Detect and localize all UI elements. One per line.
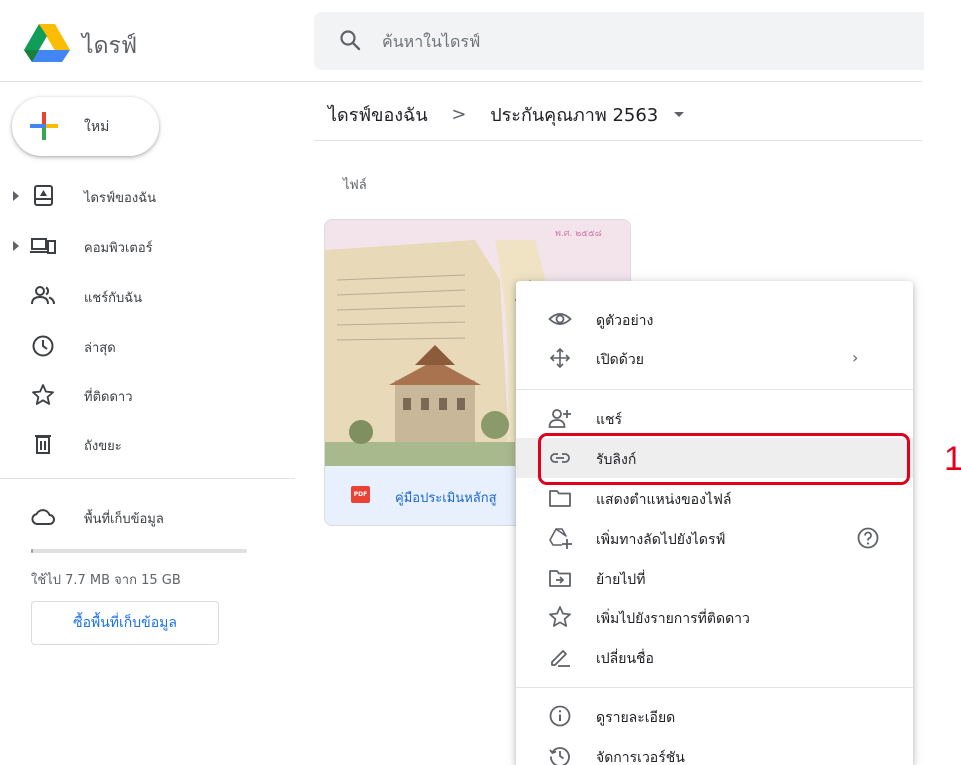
sidebar-item-label: แชร์กับฉัน — [84, 291, 143, 306]
menu-item-label: เพิ่มไปยังรายการที่ติดดาว — [596, 611, 750, 627]
sidebar-item-my-drive[interactable]: ไดรฟ์ของฉัน — [0, 176, 300, 216]
star-icon — [549, 606, 571, 627]
menu-item-label: แชร์ — [596, 412, 623, 428]
menu-item-label: จัดการเวอร์ชัน — [596, 750, 685, 765]
storage-usage-bar — [31, 549, 247, 553]
expand-arrow-icon[interactable] — [13, 241, 19, 251]
sidebar-item-label: ล่าสุด — [84, 341, 116, 356]
menu-item-share[interactable]: แชร์ — [516, 398, 913, 438]
add-shortcut-icon — [549, 528, 572, 549]
sidebar-item-storage[interactable]: พื้นที่เก็บข้อมูล — [0, 497, 300, 537]
new-button-label: ใหม่ — [84, 119, 110, 135]
sidebar-item-starred[interactable]: ที่ติดดาว — [0, 375, 300, 415]
plus-icon — [30, 112, 58, 140]
menu-item-label: ดูรายละเอียด — [596, 710, 676, 726]
breadcrumb-root[interactable]: ไดรฟ์ของฉัน — [328, 100, 428, 129]
storage-usage-text: ใช้ไป 7.7 MB จาก 15 GB — [31, 573, 181, 588]
breadcrumb-separator: > — [451, 104, 467, 125]
google-drive-logo-icon[interactable] — [24, 24, 70, 62]
sidebar-item-recent[interactable]: ล่าสุด — [0, 326, 300, 366]
star-icon — [32, 384, 54, 405]
menu-item-add-shortcut[interactable]: เพิ่มทางลัดไปยังไดรฟ์ — [516, 518, 913, 558]
sidebar-item-computers[interactable]: คอมพิวเตอร์ — [0, 226, 300, 266]
menu-item-view-details[interactable]: ดูรายละเอียด — [516, 696, 913, 736]
menu-item-preview[interactable]: ดูตัวอย่าง — [516, 299, 913, 339]
menu-divider — [516, 389, 913, 390]
cloud-icon — [31, 509, 55, 525]
chevron-right-icon: › — [852, 348, 859, 367]
files-section-label: ไฟล์ — [343, 178, 367, 193]
sidebar-item-label: ไดรฟ์ของฉัน — [84, 191, 156, 206]
clock-icon — [32, 335, 54, 357]
top-bar: ไดรฟ์ — [0, 0, 924, 82]
pdf-file-icon: PDF — [351, 486, 370, 503]
menu-item-get-link[interactable]: รับลิงก์ — [516, 438, 913, 478]
main-divider — [314, 140, 922, 141]
eye-icon — [548, 313, 572, 325]
folder-icon — [549, 490, 571, 507]
breadcrumb: ไดรฟ์ของฉัน > ประกันคุณภาพ 2563 — [328, 100, 684, 126]
new-button[interactable]: ใหม่ — [12, 97, 159, 156]
sidebar-item-trash[interactable]: ถังขยะ — [0, 424, 300, 464]
sidebar-item-label: พื้นที่เก็บข้อมูล — [84, 512, 164, 527]
sidebar-divider — [0, 478, 295, 479]
shared-people-icon — [31, 286, 55, 305]
menu-item-add-to-starred[interactable]: เพิ่มไปยังรายการที่ติดดาว — [516, 597, 913, 637]
buy-storage-button[interactable]: ซื้อพื้นที่เก็บข้อมูล — [31, 601, 219, 645]
help-icon[interactable] — [856, 526, 880, 550]
drive-page: ไดรฟ์ ใหม่ ไดรฟ์ของฉัน — [0, 0, 961, 765]
open-with-icon — [549, 347, 571, 369]
my-drive-icon — [34, 185, 53, 206]
sidebar-item-label: ถังขยะ — [84, 439, 122, 454]
rename-pen-icon — [551, 650, 570, 667]
sidebar-item-label: คอมพิวเตอร์ — [84, 241, 153, 256]
menu-item-label: แสดงตำแหน่งของไฟล์ — [596, 492, 732, 508]
menu-item-label: ดูตัวอย่าง — [596, 313, 654, 329]
trash-icon — [35, 435, 51, 454]
file-context-menu: ดูตัวอย่าง เปิดด้วย › แชร์ รับลิงก์ แสดง… — [516, 281, 913, 765]
menu-item-label: เพิ่มทางลัดไปยังไดรฟ์ — [596, 532, 726, 548]
person-add-icon — [548, 409, 571, 428]
menu-divider — [516, 687, 913, 688]
menu-item-show-file-location[interactable]: แสดงตำแหน่งของไฟล์ — [516, 478, 913, 518]
expand-arrow-icon[interactable] — [13, 191, 19, 201]
thumbnail-date-text: พ.ศ. ๒๕๕๘ — [555, 229, 602, 239]
menu-item-rename[interactable]: เปลี่ยนชื่อ — [516, 637, 913, 677]
menu-item-label: เปลี่ยนชื่อ — [596, 651, 654, 667]
menu-item-manage-versions[interactable]: จัดการเวอร์ชัน — [516, 736, 913, 765]
app-title[interactable]: ไดรฟ์ — [82, 28, 137, 64]
sidebar-item-label: ที่ติดดาว — [84, 390, 133, 405]
menu-item-move-to[interactable]: ย้ายไปที่ — [516, 558, 913, 598]
menu-item-label: รับลิงก์ — [596, 452, 637, 468]
link-icon — [550, 453, 570, 463]
annotation-number: 1 — [944, 440, 961, 478]
search-input[interactable] — [382, 27, 782, 55]
search-icon[interactable] — [338, 28, 362, 52]
sidebar-item-shared-with-me[interactable]: แชร์กับฉัน — [0, 276, 300, 316]
info-icon — [549, 705, 571, 727]
file-name[interactable]: คู่มือประเมินหลักสู — [395, 487, 497, 508]
computers-icon — [30, 238, 56, 254]
search-bar[interactable] — [314, 12, 924, 70]
menu-item-label: เปิดด้วย — [596, 352, 644, 368]
caret-down-icon[interactable] — [674, 112, 684, 117]
move-to-icon — [549, 570, 571, 587]
history-icon — [549, 747, 570, 765]
menu-item-label: ย้ายไปที่ — [596, 572, 646, 588]
storage-usage-fill — [31, 549, 34, 553]
menu-item-open-with[interactable]: เปิดด้วย › — [516, 338, 913, 378]
breadcrumb-current-folder[interactable]: ประกันคุณภาพ 2563 — [490, 100, 658, 129]
